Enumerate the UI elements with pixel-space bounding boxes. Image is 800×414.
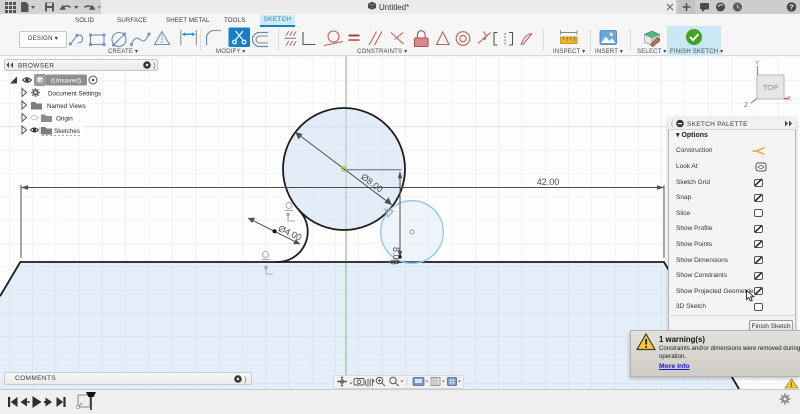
svg-text:BROWSER: BROWSER	[18, 63, 54, 70]
svg-text:(: (	[671, 121, 674, 128]
svg-text:Sketches: Sketches	[54, 128, 80, 135]
svg-text:Document Settings: Document Settings	[48, 91, 101, 98]
svg-text:TOP: TOP	[763, 83, 778, 92]
svg-text:SKETCH PALETTE: SKETCH PALETTE	[687, 121, 748, 128]
svg-text:›X: ›X	[785, 96, 792, 103]
svg-text:(Unsaved): (Unsaved)	[51, 77, 81, 84]
svg-text:): )	[153, 61, 156, 70]
svg-text:?: ?	[789, 3, 794, 12]
svg-text:): )	[244, 375, 247, 384]
svg-text:Untitled*: Untitled*	[379, 3, 409, 12]
svg-text:Origin: Origin	[56, 116, 73, 123]
svg-text:Y: Y	[755, 60, 760, 67]
svg-text:Z: Z	[744, 102, 748, 109]
svg-text:42.00: 42.00	[537, 177, 560, 187]
svg-text:Named Views: Named Views	[47, 103, 86, 110]
